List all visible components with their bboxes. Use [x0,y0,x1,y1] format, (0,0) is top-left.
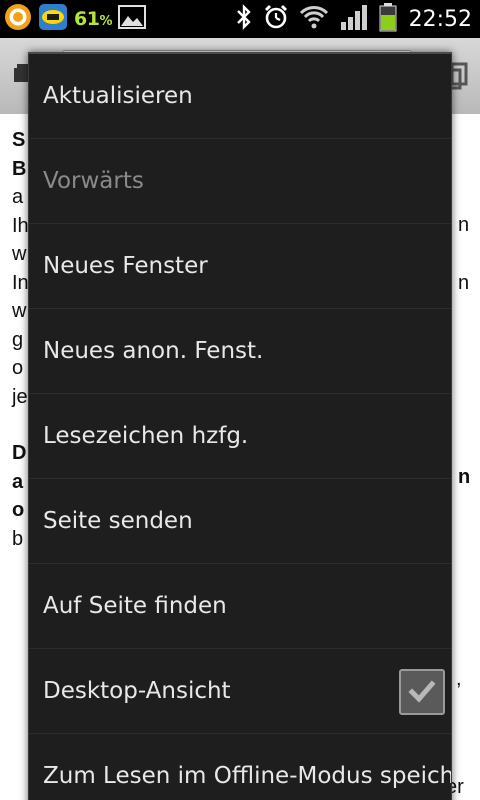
menu-item-label: Vorwärts [43,168,144,194]
menu-item-refresh[interactable]: Aktualisieren [29,54,451,139]
desktop-view-checkbox[interactable] [399,669,445,715]
menu-item-label: Aktualisieren [43,83,193,109]
page-fragment: n [458,466,471,488]
options-menu: Aktualisieren Vorwärts Neues Fenster Neu… [28,52,452,800]
menu-item-label: Zum Lesen im Offline-Modus speichern [43,763,452,789]
menu-item-desktop-view[interactable]: Desktop-Ansicht [29,649,451,734]
wifi-icon [299,4,329,34]
status-bar-left: 61% [4,3,146,35]
status-bar-right: 22:52 [235,3,472,35]
menu-item-add-bookmark[interactable]: Lesezeichen hzfg. [29,394,451,479]
notification-app2-icon [38,3,68,35]
menu-item-label: Lesezeichen hzfg. [43,423,249,449]
menu-item-forward: Vorwärts [29,139,451,224]
menu-item-label: Auf Seite finden [43,593,227,619]
battery-percent-text: 61% [74,8,112,30]
menu-item-label: Seite senden [43,508,193,534]
image-notification-icon [117,5,146,33]
page-fragment: , [456,668,462,690]
page-fragment: n [458,214,470,236]
alarm-icon [263,4,289,34]
clock: 22:52 [408,6,472,32]
status-bar: 61% 22:52 [0,0,480,38]
notification-app-icon [4,3,32,35]
menu-item-new-incognito-window[interactable]: Neues anon. Fenst. [29,309,451,394]
menu-item-label: Desktop-Ansicht [43,678,231,704]
bluetooth-icon [235,3,253,35]
menu-item-new-window[interactable]: Neues Fenster [29,224,451,309]
menu-item-label: Neues anon. Fenst. [43,338,264,364]
menu-item-save-offline[interactable]: Zum Lesen im Offline-Modus speichern [29,734,451,800]
menu-item-find-on-page[interactable]: Auf Seite finden [29,564,451,649]
menu-item-share-page[interactable]: Seite senden [29,479,451,564]
signal-icon [339,3,369,35]
checkmark-icon [408,680,436,703]
menu-item-label: Neues Fenster [43,253,208,279]
battery-icon [379,2,397,36]
page-fragment: n [458,272,470,294]
